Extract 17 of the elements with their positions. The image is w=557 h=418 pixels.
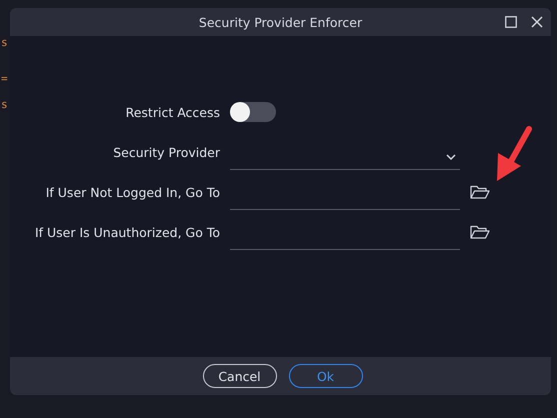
toggle-switch[interactable] bbox=[230, 102, 276, 122]
code-text: = bbox=[1, 71, 8, 87]
field-label: Security Provider bbox=[113, 144, 220, 160]
close-icon[interactable] bbox=[531, 16, 543, 28]
maximize-icon[interactable] bbox=[505, 16, 517, 28]
chevron-down-icon[interactable] bbox=[446, 154, 456, 160]
code-text: s bbox=[1, 97, 8, 113]
arrow-icon bbox=[494, 125, 534, 183]
code-text: s bbox=[1, 35, 8, 51]
folder-icon[interactable] bbox=[470, 185, 490, 199]
cancel-button[interactable]: Cancel bbox=[202, 364, 276, 388]
ok-button[interactable]: Ok bbox=[288, 364, 362, 388]
field-label: If User Is Unauthorized, Go To bbox=[34, 224, 220, 240]
window-title: Security Provider Enforcer bbox=[198, 14, 362, 30]
field-label: Restrict Access bbox=[126, 104, 220, 120]
field-label: If User Not Logged In, Go To bbox=[46, 184, 220, 200]
folder-icon[interactable] bbox=[470, 225, 490, 239]
